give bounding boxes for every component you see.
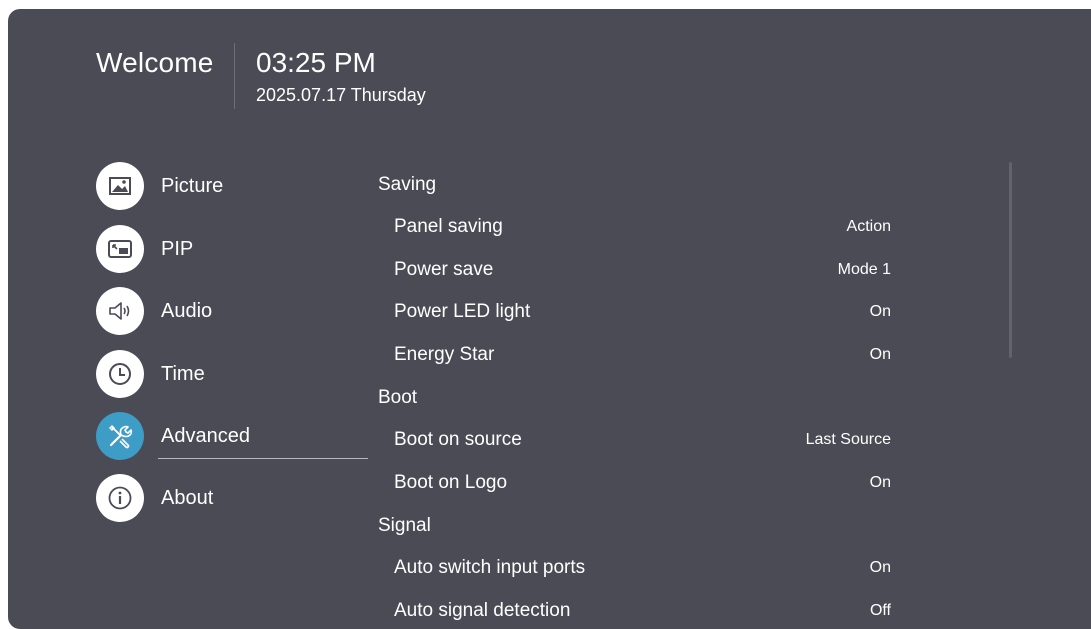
setting-value: Mode 1 [837,261,891,278]
info-icon [96,474,144,522]
setting-value: On [869,346,891,363]
setting-value: Last Source [805,431,891,448]
settings-panel: Welcome 03:25 PM 2025.07.17 Thursday Pic… [8,9,1091,629]
setting-value: On [869,559,891,576]
sidebar-item-label: Time [161,362,205,385]
clock-date: 2025.07.17 Thursday [256,85,426,105]
sidebar-item-pip[interactable]: PIP [96,224,376,274]
setting-label: Boot on Logo [394,472,508,493]
header-divider [234,43,235,109]
active-item-underline [158,458,368,459]
tools-icon [96,412,144,460]
setting-value: On [869,303,891,320]
sidebar-item-label: Picture [161,174,224,197]
sidebar-item-label: PIP [161,237,194,260]
setting-label: Energy Star [394,344,495,365]
pip-icon [96,225,144,273]
sidebar-item-picture[interactable]: Picture [96,161,376,211]
sidebar-item-audio[interactable]: Audio [96,286,376,336]
setting-label: Power save [394,259,494,280]
sidebar-item-label: Advanced [161,424,250,447]
sidebar-item-label: Audio [161,299,213,322]
setting-row-energy-star[interactable]: Energy Star On [394,340,891,370]
sidebar-item-time[interactable]: Time [96,349,376,399]
setting-value: On [869,474,891,491]
setting-label: Boot on source [394,429,522,450]
section-header-boot: Boot [378,387,418,408]
section-header-signal: Signal [378,515,431,536]
setting-value: Off [869,602,891,619]
setting-label: Panel saving [394,216,503,237]
scrollbar[interactable] [1009,162,1012,358]
setting-row-boot-on-logo[interactable]: Boot on Logo On [394,468,891,498]
setting-row-auto-switch-input-ports[interactable]: Auto switch input ports On [394,553,891,583]
setting-row-power-save[interactable]: Power save Mode 1 [394,255,891,285]
setting-label: Auto switch input ports [394,557,586,578]
setting-label: Power LED light [394,301,531,322]
welcome-title: Welcome [96,47,214,78]
sidebar-item-advanced[interactable]: Advanced [96,411,376,461]
clock-time: 03:25 PM [256,47,376,78]
setting-row-auto-signal-detection[interactable]: Auto signal detection Off [394,596,891,626]
sidebar-item-label: About [161,486,214,509]
clock-icon [96,350,144,398]
picture-icon [96,162,144,210]
sidebar-item-about[interactable]: About [96,473,376,523]
setting-value: Action [846,218,891,235]
setting-row-panel-saving[interactable]: Panel saving Action [394,212,891,242]
setting-row-power-led-light[interactable]: Power LED light On [394,297,891,327]
section-header-saving: Saving [378,174,437,195]
speaker-icon [96,287,144,335]
setting-row-boot-on-source[interactable]: Boot on source Last Source [394,425,891,455]
